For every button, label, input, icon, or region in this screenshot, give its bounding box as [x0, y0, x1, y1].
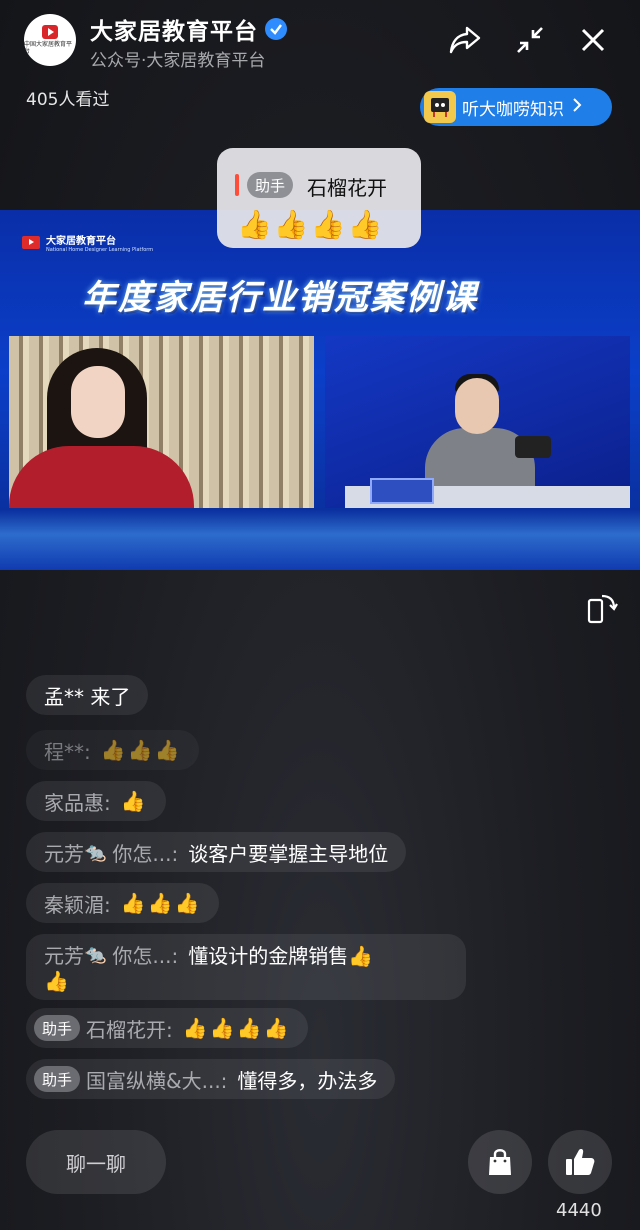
host-face	[455, 378, 499, 434]
popup-username: 石榴花开	[307, 176, 387, 200]
chat-username-suffix: 你怎...:	[112, 841, 179, 866]
chat-message: 👍👍👍	[100, 738, 182, 762]
chat-row[interactable]: 助手 石榴花开: 👍👍👍👍	[26, 1008, 309, 1048]
assistant-badge: 助手	[247, 172, 294, 198]
video-brand-name: 大家居教育平台	[46, 236, 116, 247]
chat-row[interactable]: 助手 国富纵横&大...: 懂得多，办法多	[26, 1059, 396, 1099]
chat-username: 家品惠:	[44, 790, 111, 815]
chat-message: 懂设计的金牌销售👍	[188, 944, 374, 968]
live-video[interactable]: 大家居教育平台 National Home Designer Learning …	[0, 210, 640, 570]
verified-icon	[265, 18, 287, 40]
like-count: 4440	[556, 1200, 602, 1221]
popup-accent-bar	[235, 174, 239, 196]
chat-username: 元芳	[44, 841, 84, 866]
chat-join-text: 孟** 来了	[44, 684, 131, 709]
host-camera	[325, 336, 630, 508]
chat-username: 元芳	[44, 944, 84, 968]
chat-message: 谈客户要掌握主导地位	[188, 841, 389, 866]
nameplate	[370, 478, 434, 504]
knowledge-label: 听大咖唠知识	[462, 99, 564, 120]
guest-body	[9, 446, 194, 508]
chat-message: 👍	[120, 789, 148, 813]
account-subtitle: 公众号·大家居教育平台	[90, 51, 266, 71]
chat-row[interactable]: 元芳 🐀 你怎...: 懂设计的金牌销售👍 👍	[26, 934, 466, 1000]
rat-emoji-icon: 🐀	[84, 841, 107, 863]
video-title: 年度家居行业销冠案例课	[82, 278, 478, 318]
chat-username: 石榴花开:	[86, 1017, 173, 1042]
chat-line: 元芳 🐀 你怎...: 懂设计的金牌销售👍	[44, 940, 373, 969]
chat-username: 国富纵横&大...:	[86, 1068, 228, 1093]
chat-message: 懂得多，办法多	[237, 1068, 378, 1093]
chat-row[interactable]: 元芳 🐀 你怎...: 谈客户要掌握主导地位	[26, 832, 407, 872]
chat-row[interactable]: 孟** 来了	[26, 675, 149, 715]
chat-username: 程**:	[44, 739, 91, 764]
rotate-screen-icon[interactable]	[586, 590, 618, 626]
chat-message-cont: 👍	[44, 969, 71, 993]
account-avatar[interactable]: 中国大家居教育平台	[24, 14, 76, 66]
chat-row[interactable]: 程**: 👍👍👍	[26, 730, 200, 770]
account-name-text: 大家居教育平台	[90, 19, 258, 45]
mic-stand	[515, 436, 551, 458]
account-name[interactable]: 大家居教育平台	[90, 12, 287, 46]
video-brand: 大家居教育平台 National Home Designer Learning …	[22, 232, 153, 253]
avatar-caption: 中国大家居教育平台	[24, 41, 73, 55]
audio-book-icon	[424, 91, 456, 123]
chat-username: 秦颖湄:	[44, 892, 111, 917]
guest-camera	[9, 336, 314, 508]
assistant-badge: 助手	[34, 1015, 81, 1041]
video-glow	[0, 510, 640, 570]
close-icon[interactable]	[575, 22, 611, 58]
rat-emoji-icon: 🐀	[84, 944, 107, 965]
chat-input-button[interactable]: 聊一聊	[26, 1130, 166, 1194]
video-brand-sub: National Home Designer Learning Platform	[46, 247, 154, 253]
guest-face	[71, 366, 125, 438]
play-logo-icon	[42, 25, 58, 39]
viewer-count: 405人看过	[26, 90, 110, 110]
knowledge-button[interactable]: 听大咖唠知识	[420, 88, 612, 126]
assistant-popup: 助手 石榴花开 👍👍👍👍	[217, 148, 421, 248]
play-logo-icon	[22, 236, 40, 249]
like-button[interactable]	[548, 1130, 612, 1194]
chevron-right-icon	[572, 97, 582, 117]
chat-message: 👍👍👍	[120, 891, 202, 915]
chat-username-suffix: 你怎...:	[112, 944, 179, 968]
minimize-icon[interactable]	[512, 22, 548, 58]
chat-row[interactable]: 家品惠: 👍	[26, 781, 166, 821]
thumbs-up-icon	[566, 1149, 595, 1175]
assistant-badge: 助手	[34, 1066, 81, 1092]
popup-reaction: 👍👍👍👍	[237, 208, 385, 241]
chat-message: 👍👍👍👍	[182, 1016, 291, 1040]
share-icon[interactable]	[447, 22, 483, 58]
shopping-bag-icon	[489, 1149, 511, 1175]
shopping-bag-button[interactable]	[468, 1130, 532, 1194]
chat-row[interactable]: 秦颖湄: 👍👍👍	[26, 883, 220, 923]
